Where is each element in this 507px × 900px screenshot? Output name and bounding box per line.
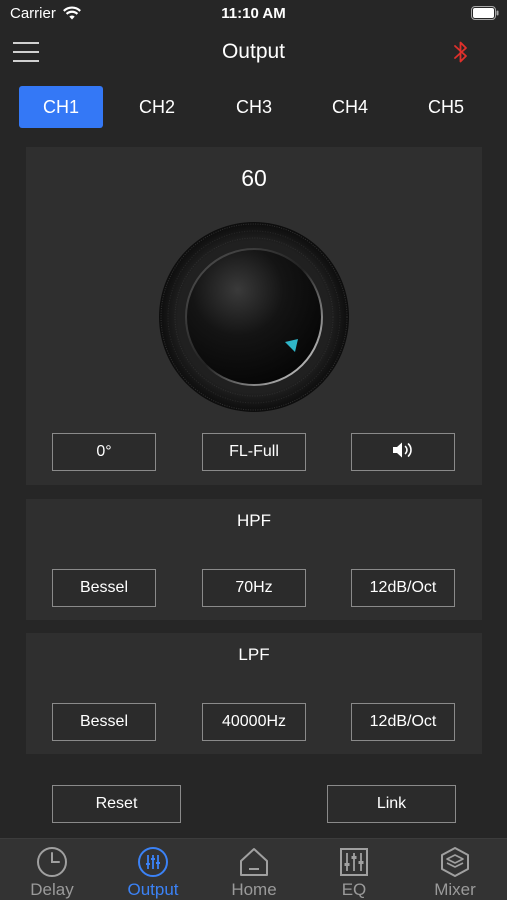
bottom-tab-bar: Delay Output Home EQ Mixer: [0, 838, 507, 900]
speaker-icon: [393, 442, 412, 458]
lpf-title: LPF: [238, 645, 270, 664]
channel-tabs: CH1 CH2 CH3 CH4 CH5: [0, 86, 507, 128]
sliders-icon: [138, 847, 168, 877]
output-screen: Carrier 11:10 AM Output CH1 CH2 CH3 CH4 …: [0, 0, 507, 900]
tab-ch4[interactable]: CH4: [308, 86, 392, 128]
hpf-title: HPF: [237, 511, 271, 530]
tab-ch5[interactable]: CH5: [404, 86, 488, 128]
layers-icon: [441, 847, 469, 877]
status-time: 11:10 AM: [221, 5, 286, 22]
volume-knob[interactable]: [158, 221, 350, 413]
lpf-frequency-button[interactable]: 40000Hz: [202, 703, 306, 741]
hpf-slope-button[interactable]: 12dB/Oct: [351, 569, 455, 607]
tab-eq[interactable]: EQ: [304, 839, 404, 900]
home-icon: [240, 848, 268, 876]
link-button[interactable]: Link: [327, 785, 456, 823]
mute-button[interactable]: [351, 433, 455, 471]
bluetooth-icon[interactable]: [453, 39, 469, 65]
tab-ch3[interactable]: CH3: [212, 86, 296, 128]
tab-mixer[interactable]: Mixer: [405, 839, 505, 900]
status-bar: Carrier 11:10 AM: [0, 0, 507, 28]
reset-button[interactable]: Reset: [52, 785, 181, 823]
phase-button[interactable]: 0°: [52, 433, 156, 471]
page-title: Output: [221, 40, 286, 63]
hpf-frequency-button[interactable]: 70Hz: [202, 569, 306, 607]
tab-delay-label: Delay: [30, 880, 74, 899]
tab-home-label: Home: [231, 880, 277, 899]
lpf-filter-type-button[interactable]: Bessel: [52, 703, 156, 741]
lpf-slope-button[interactable]: 12dB/Oct: [351, 703, 455, 741]
equalizer-icon: [340, 848, 368, 876]
hpf-panel: HPF Bessel 70Hz 12dB/Oct: [26, 499, 482, 620]
lpf-panel: LPF Bessel 40000Hz 12dB/Oct: [26, 633, 482, 754]
hpf-filter-type-button[interactable]: Bessel: [52, 569, 156, 607]
tab-ch1[interactable]: CH1: [19, 86, 103, 128]
channel-type-button[interactable]: FL-Full: [202, 433, 306, 471]
nav-bar: Output: [0, 32, 507, 76]
tab-output-label: Output: [127, 880, 179, 899]
tab-eq-label: EQ: [341, 880, 367, 899]
tab-home[interactable]: Home: [204, 839, 304, 900]
tab-mixer-label: Mixer: [434, 880, 476, 899]
tab-ch2[interactable]: CH2: [115, 86, 199, 128]
tab-output[interactable]: Output: [103, 839, 203, 900]
battery-icon: [471, 6, 499, 20]
volume-panel: 60 0° FL-Full: [26, 147, 482, 485]
volume-value: 60: [241, 165, 267, 191]
clock-icon: [37, 847, 67, 877]
tab-delay[interactable]: Delay: [2, 839, 102, 900]
